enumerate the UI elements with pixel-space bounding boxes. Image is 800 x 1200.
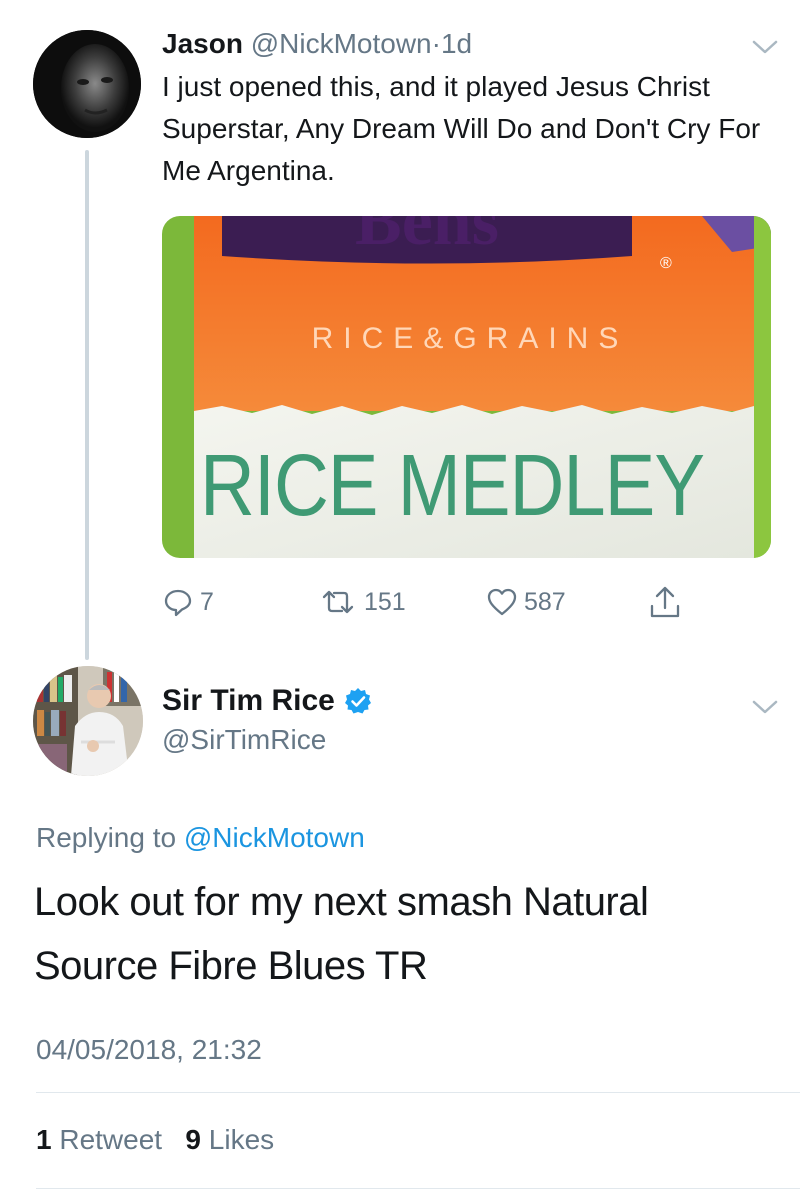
tweet2-handle[interactable]: @SirTimRice <box>162 722 326 758</box>
chevron-down-icon <box>752 700 778 714</box>
retweet-stat-count: 1 <box>36 1124 52 1155</box>
retweet-icon <box>322 590 354 614</box>
tweet1-header: Jason @NickMotown·1d <box>162 26 472 62</box>
reply-icon <box>164 589 192 617</box>
media-text-rice-medley: RICE MEDLEY <box>200 437 704 534</box>
tweet1-age[interactable]: 1d <box>441 28 472 59</box>
share-action[interactable] <box>648 582 682 622</box>
like-action[interactable]: 587 <box>486 582 566 622</box>
tweet1-media-image[interactable]: Bens ® RICE&GRAINS RICE MEDLEY <box>162 216 771 558</box>
replying-to-prefix: Replying to <box>36 822 177 853</box>
tweet1-separator: · <box>431 28 441 59</box>
tweet2-stats: 1 Retweet 9 Likes <box>36 1120 274 1160</box>
share-icon <box>650 586 680 618</box>
retweet-stat[interactable]: 1 Retweet <box>36 1124 162 1155</box>
reply-action[interactable]: 7 <box>162 582 214 622</box>
tweet2-text: Look out for my next smash Natural Sourc… <box>34 880 649 988</box>
verified-badge-icon <box>344 688 371 714</box>
likes-stat-label: Likes <box>208 1124 275 1155</box>
divider-top <box>36 1092 800 1093</box>
retweet-stat-label: Retweet <box>59 1124 163 1155</box>
tweet2-timestamp[interactable]: 04/05/2018, 21:32 <box>36 1030 262 1070</box>
tim-rice-avatar[interactable] <box>33 666 143 776</box>
retweet-count: 151 <box>364 587 406 616</box>
tweet1-menu-button[interactable] <box>750 36 780 58</box>
tweet1-display-name[interactable]: Jason <box>162 28 243 59</box>
likes-stat-count: 9 <box>185 1124 201 1155</box>
tweet1-text: I just opened this, and it played Jesus … <box>162 71 761 186</box>
like-icon <box>487 588 517 616</box>
chevron-down-icon <box>752 40 778 54</box>
media-brand-fragment: Bens <box>355 216 499 260</box>
replying-to-line: Replying to @NickMotown <box>36 818 365 858</box>
tweet2-display-name[interactable]: Sir Tim Rice <box>162 682 335 720</box>
tweet1-handle[interactable]: @NickMotown <box>251 28 432 59</box>
jason-avatar[interactable] <box>33 30 141 138</box>
thread-connector-line <box>85 150 89 660</box>
retweet-action[interactable]: 151 <box>318 582 406 622</box>
media-text-rice-grains: RICE&GRAINS <box>312 322 629 355</box>
likes-stat[interactable]: 9 Likes <box>185 1124 274 1155</box>
tweet2-menu-button[interactable] <box>750 696 780 718</box>
tweet2-display-name-row: Sir Tim Rice <box>162 682 373 720</box>
replying-to-mention[interactable]: @NickMotown <box>184 822 365 853</box>
divider-bottom <box>36 1188 800 1189</box>
reply-count: 7 <box>200 587 214 616</box>
media-registered-mark: ® <box>660 255 672 272</box>
like-count: 587 <box>524 587 566 616</box>
